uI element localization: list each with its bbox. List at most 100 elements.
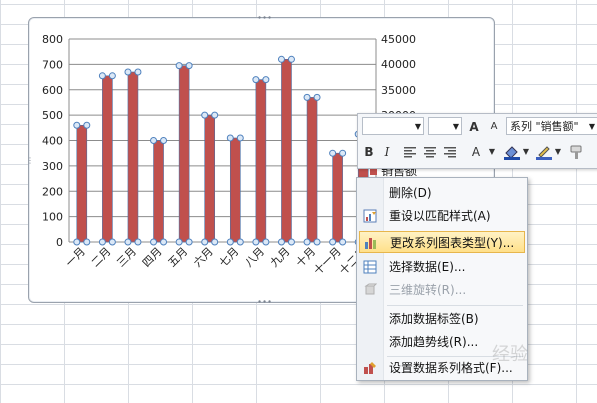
menu-item-3d-rotation[interactable]: 三维旋转(R)... (359, 279, 525, 301)
selection-handle[interactable] (185, 238, 193, 246)
selection-handle[interactable] (124, 238, 132, 246)
selection-handle[interactable] (83, 238, 91, 246)
selection-handle[interactable] (313, 93, 321, 101)
selection-handle[interactable] (134, 238, 142, 246)
menu-item-label: 删除(D) (389, 186, 432, 200)
selection-handle[interactable] (262, 238, 270, 246)
x-tick-label: 五月 (165, 245, 190, 270)
selection-handle[interactable] (339, 149, 347, 157)
selection-handle[interactable] (124, 68, 132, 76)
y-tick-label: 800 (42, 33, 63, 46)
selection-handle[interactable] (329, 149, 337, 157)
selection-handle[interactable] (201, 111, 209, 119)
3d-rotation-icon (364, 283, 377, 295)
selection-handle[interactable] (98, 238, 106, 246)
selection-handle[interactable] (226, 134, 234, 142)
menu-item-label: 选择数据(E)... (389, 260, 466, 274)
chart-bar[interactable] (153, 140, 164, 243)
y-tick-label: 500 (42, 109, 63, 122)
menu-item-add-data-labels[interactable]: 添加数据标签(B) (359, 308, 525, 330)
chart-bar[interactable] (178, 65, 190, 243)
y2-tick-label: 40000 (381, 58, 416, 71)
chart-bar[interactable] (332, 152, 343, 243)
grow-font-button[interactable]: A (466, 117, 482, 137)
selection-handle[interactable] (211, 238, 219, 246)
selection-handle[interactable] (303, 93, 311, 101)
x-tick-label: 九月 (268, 245, 293, 270)
selection-handle[interactable] (287, 238, 295, 246)
menu-item-reset-style[interactable]: 重设以匹配样式(A) (359, 205, 525, 227)
bold-button[interactable]: B (362, 142, 376, 162)
font-color-arrow-icon[interactable]: ▼ (488, 142, 496, 162)
mini-toolbar: ▼ ▼ A A 系列 "销售额" ▼ B I A ▼ ▼ ▼ (357, 113, 597, 169)
selection-handle[interactable] (329, 238, 337, 246)
font-name-field[interactable]: ▼ (362, 117, 424, 135)
x-tick-label: 三月 (114, 245, 139, 270)
selection-handle[interactable] (339, 238, 347, 246)
font-color-button[interactable]: A (468, 142, 484, 162)
selection-handle[interactable] (287, 55, 295, 63)
line-color-arrow-icon[interactable]: ▼ (554, 142, 562, 162)
selection-handle[interactable] (236, 134, 244, 142)
italic-button[interactable]: I (380, 142, 394, 162)
selection-handle[interactable] (108, 238, 116, 246)
menu-item-change-chart-type[interactable]: 更改系列图表类型(Y)... (359, 231, 525, 253)
fill-color-arrow-icon[interactable]: ▼ (522, 142, 530, 162)
selection-handle[interactable] (277, 238, 285, 246)
x-tick-label: 二月 (89, 245, 114, 270)
y-tick-label: 200 (42, 185, 63, 198)
selection-handle[interactable] (73, 121, 81, 129)
chart-bar[interactable] (281, 58, 292, 243)
selection-handle[interactable] (175, 62, 183, 70)
select-data-icon (363, 260, 377, 274)
format-painter-icon[interactable] (568, 144, 586, 160)
align-buttons[interactable] (402, 145, 462, 159)
x-tick-label: 六月 (191, 245, 216, 270)
shrink-font-button[interactable]: A (486, 117, 502, 137)
selection-handle[interactable] (252, 76, 260, 84)
selection-handle[interactable] (160, 238, 168, 246)
format-series-icon (364, 362, 376, 374)
selection-handle[interactable] (150, 137, 158, 144)
change-chart-type-icon (365, 238, 376, 249)
selection-handle[interactable] (185, 62, 193, 70)
dropdown-arrow-icon: ▼ (414, 122, 421, 131)
selection-handle[interactable] (262, 76, 270, 84)
fill-color-icon[interactable] (502, 144, 522, 160)
menu-item-label: 更改系列图表类型(Y)... (390, 236, 515, 250)
chart-bar[interactable] (102, 75, 113, 243)
chart-bar[interactable] (255, 79, 267, 243)
series-selector[interactable]: 系列 "销售额" ▼ (506, 117, 597, 135)
chart-bar[interactable] (76, 124, 88, 243)
chart-bar[interactable] (204, 114, 216, 243)
selection-handle[interactable] (211, 111, 219, 119)
selection-handle[interactable] (83, 121, 91, 129)
selection-handle[interactable] (160, 137, 168, 144)
menu-item-select-data[interactable]: 选择数据(E)... (359, 256, 525, 278)
menu-item-delete[interactable]: 删除(D) (359, 182, 525, 204)
selection-handle[interactable] (150, 238, 158, 246)
selection-handle[interactable] (134, 68, 142, 76)
selection-handle[interactable] (252, 238, 260, 246)
selection-handle[interactable] (277, 55, 285, 63)
chart-bar[interactable] (127, 71, 139, 243)
selection-handle[interactable] (73, 238, 81, 246)
menu-item-label: 三维旋转(R)... (389, 283, 467, 297)
chart-bar[interactable] (229, 137, 241, 243)
selection-handle[interactable] (226, 238, 234, 246)
selection-handle[interactable] (201, 238, 209, 246)
font-size-field[interactable]: ▼ (428, 117, 462, 135)
selection-handle[interactable] (98, 72, 106, 80)
line-color-icon[interactable] (534, 144, 554, 160)
watermark-text: 经验 (492, 344, 528, 365)
menu-item-label: 添加数据标签(B) (389, 312, 479, 326)
selection-handle[interactable] (108, 72, 116, 80)
selection-handle[interactable] (313, 238, 321, 246)
menu-separator (387, 305, 523, 306)
selection-handle[interactable] (175, 238, 183, 246)
y-tick-label: 100 (42, 211, 63, 224)
chart-bar[interactable] (306, 97, 318, 243)
selection-handle[interactable] (303, 238, 311, 246)
series-selector-value: 系列 "销售额" (510, 120, 579, 133)
selection-handle[interactable] (236, 238, 244, 246)
